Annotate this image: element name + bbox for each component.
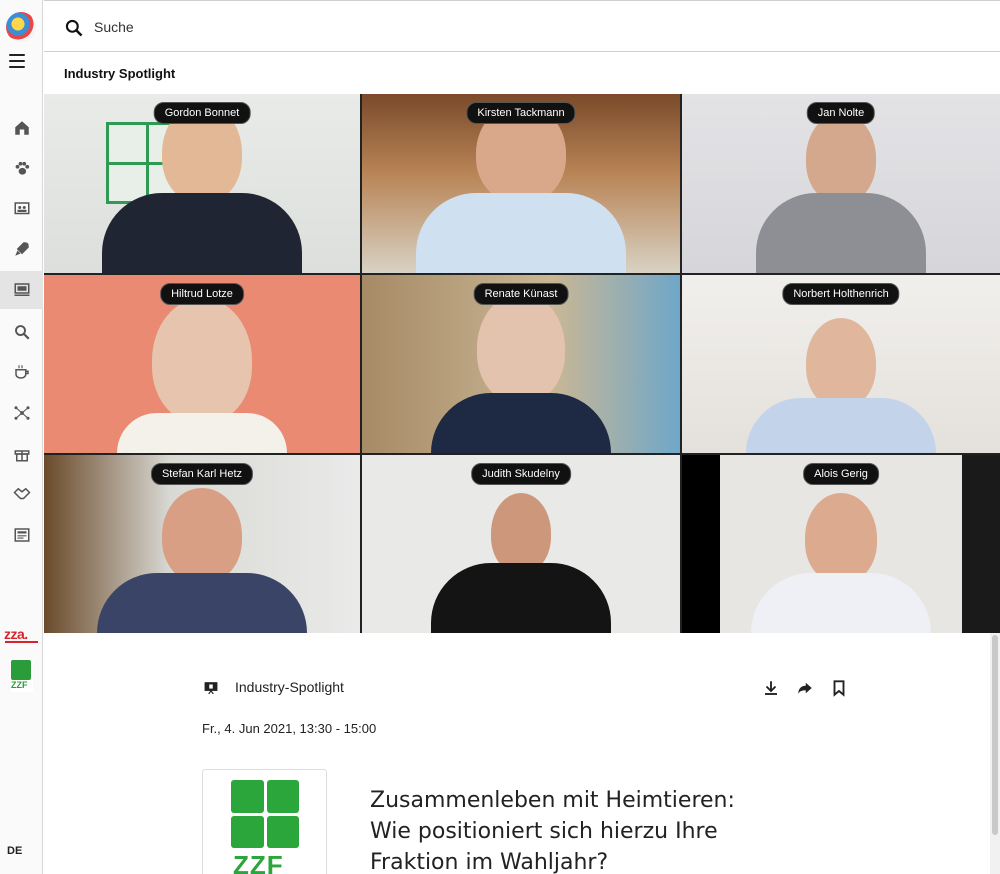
top-search-bar: Suche (44, 0, 1000, 52)
zza-underline (5, 641, 38, 643)
language-switch[interactable]: DE (7, 845, 22, 857)
page-title: Industry Spotlight (64, 66, 176, 81)
video-grid: Gordon Bonnet Kirsten Tackmann Jan Nolte… (44, 94, 1000, 633)
video-tile[interactable]: Stefan Karl Hetz (44, 455, 360, 633)
video-tile[interactable]: Renate Künast (362, 275, 680, 453)
news-icon[interactable] (0, 516, 43, 554)
participant-figure (102, 103, 302, 273)
zzf-logo-text: ZZF (233, 850, 284, 874)
participant-figure (416, 103, 626, 273)
participant-figure (431, 293, 611, 453)
event-actions (762, 679, 848, 697)
home-icon[interactable] (0, 109, 43, 147)
search-zoom-icon[interactable] (0, 313, 43, 351)
people-board-icon[interactable] (0, 190, 43, 228)
bookmark-icon[interactable] (830, 679, 848, 697)
zzf-brand-logo[interactable]: ZZF (11, 660, 33, 692)
video-tile[interactable]: Gordon Bonnet (44, 94, 360, 273)
participant-name: Kirsten Tackmann (466, 102, 576, 124)
participant-name: Jan Nolte (806, 102, 876, 124)
event-title-line: Wie positioniert sich hierzu Ihre (370, 819, 718, 844)
handshake-icon[interactable] (0, 475, 43, 513)
sidebar: zza. ZZF DE (0, 0, 43, 874)
search-input[interactable]: Suche (94, 19, 134, 35)
search-icon[interactable] (64, 18, 84, 38)
event-date: Fr., 4. Jun 2021, 13:30 - 15:00 (202, 721, 377, 736)
participant-figure (756, 113, 926, 273)
zzf-logo-grid (231, 780, 299, 848)
page-title-bar: Industry Spotlight (44, 52, 1000, 94)
scrollbar-thumb[interactable] (992, 635, 998, 835)
video-tile[interactable]: Norbert Holthenrich (682, 275, 1000, 453)
download-icon[interactable] (762, 679, 780, 697)
event-title-line: Fraktion im Wahljahr? (370, 850, 609, 874)
participant-name: Norbert Holthenrich (782, 283, 900, 305)
stage-icon[interactable] (0, 271, 43, 309)
video-tile[interactable]: Judith Skudelny (362, 455, 680, 633)
video-tile[interactable]: Hiltrud Lotze (44, 275, 360, 453)
participant-figure (431, 493, 611, 633)
rocket-icon[interactable] (0, 230, 43, 268)
video-tile[interactable]: Jan Nolte (682, 94, 1000, 273)
network-icon[interactable] (0, 394, 43, 432)
participant-name: Stefan Karl Hetz (150, 463, 254, 485)
participant-name: Alois Gerig (803, 463, 879, 485)
event-logo-card[interactable]: ZZF (202, 769, 327, 874)
gift-icon[interactable] (0, 435, 43, 473)
paw-icon[interactable] (0, 150, 43, 188)
participant-figure (97, 488, 307, 633)
scrollbar[interactable] (990, 633, 1000, 874)
zza-brand-logo[interactable]: zza. (4, 626, 28, 642)
participant-name: Hiltrud Lotze (160, 283, 244, 305)
zzf-brand-text: ZZF (11, 680, 28, 690)
participant-name: Judith Skudelny (471, 463, 571, 485)
participant-name: Gordon Bonnet (153, 102, 251, 124)
event-type-label: Industry-Spotlight (235, 679, 344, 695)
coffee-icon[interactable] (0, 353, 43, 391)
participant-figure (117, 298, 287, 453)
event-title-line: Zusammenleben mit Heimtieren: (370, 788, 735, 813)
event-title: Zusammenleben mit Heimtieren: Wie positi… (370, 785, 770, 874)
participant-name: Renate Künast (473, 283, 569, 305)
share-icon[interactable] (796, 679, 814, 697)
app-logo[interactable] (6, 12, 36, 42)
presentation-icon (204, 682, 218, 695)
hamburger-menu-icon[interactable] (9, 54, 25, 68)
participant-figure (746, 318, 936, 453)
participant-figure (751, 493, 931, 633)
video-tile[interactable]: Alois Gerig (682, 455, 1000, 633)
video-tile[interactable]: Kirsten Tackmann (362, 94, 680, 273)
event-details: Industry-Spotlight Fr., 4. Jun 2021, 13:… (44, 633, 1000, 874)
